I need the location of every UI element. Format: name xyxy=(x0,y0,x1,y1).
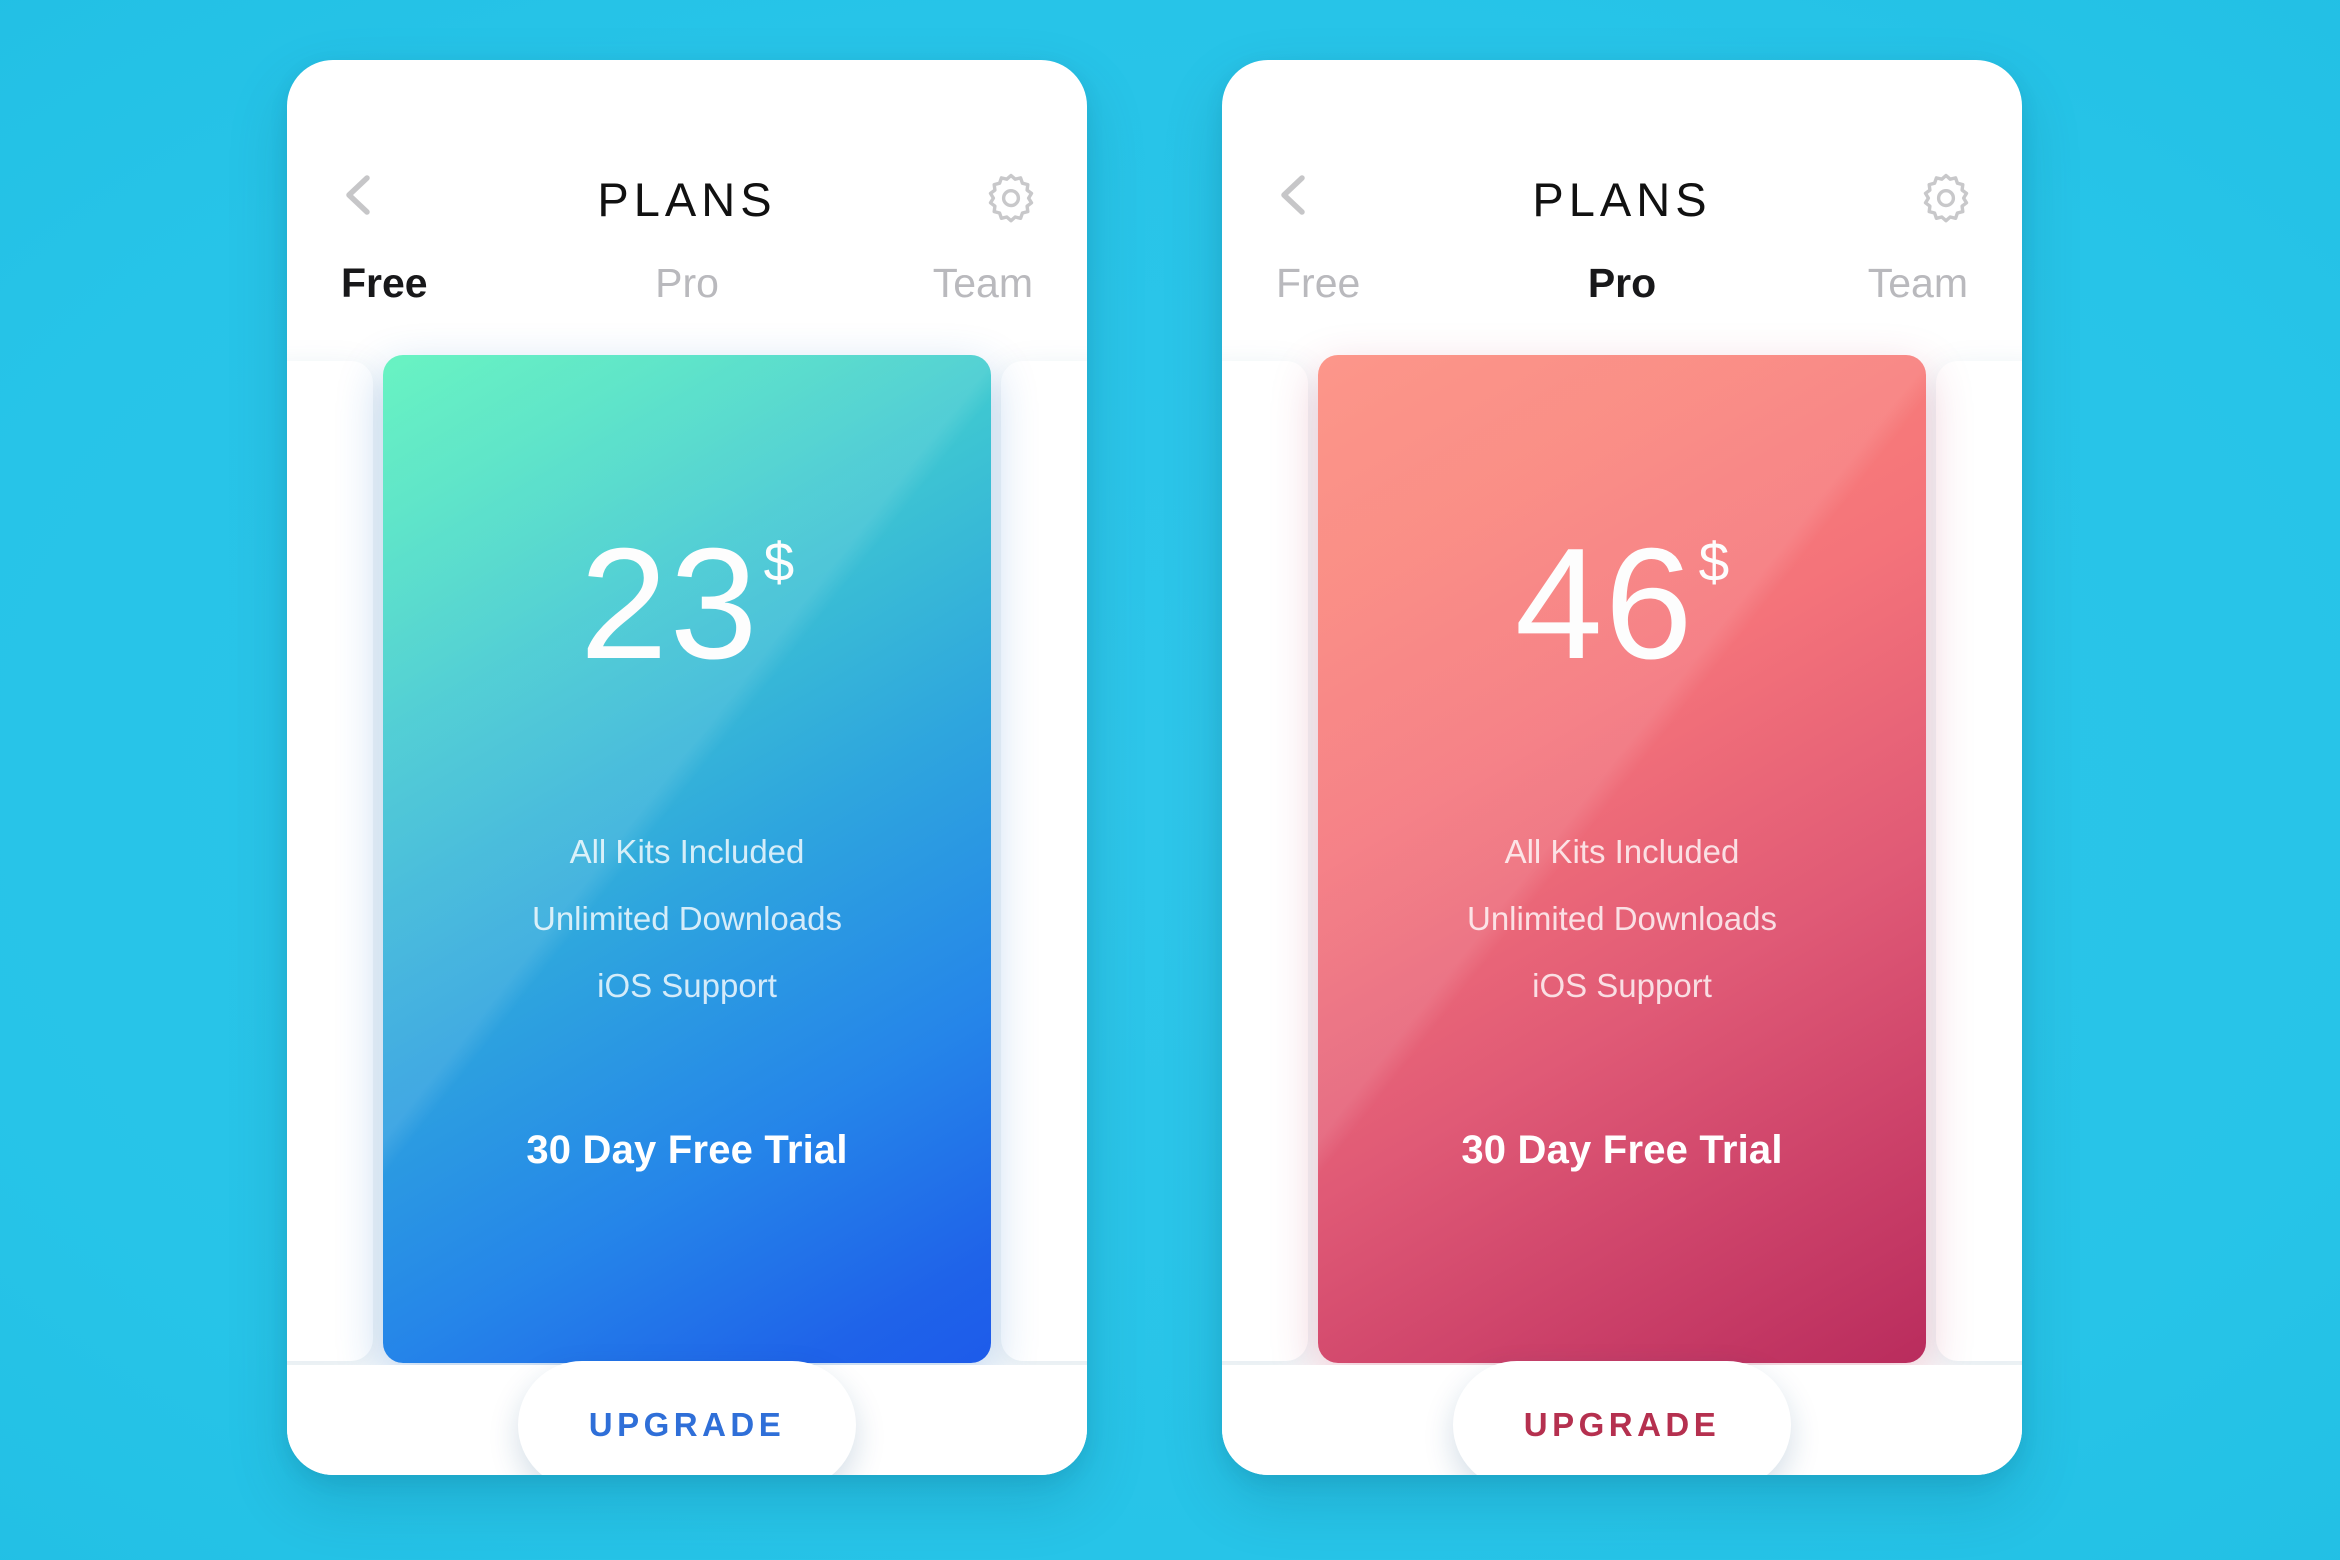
tab-team[interactable]: Team xyxy=(1737,260,1968,307)
price-value: 23 xyxy=(579,516,760,692)
tab-free[interactable]: Free xyxy=(1276,260,1507,307)
settings-button[interactable] xyxy=(983,168,1039,224)
price-currency: $ xyxy=(1698,531,1730,593)
price-value: 46 xyxy=(1514,516,1695,692)
page-title: PLANS xyxy=(1532,173,1712,226)
trial-label: 30 Day Free Trial xyxy=(526,1128,848,1172)
plan-tabs-free: Free Pro Team xyxy=(287,235,1087,331)
price-currency: $ xyxy=(763,531,795,593)
plan-card-area: 23 $ All Kits Included Unlimited Downloa… xyxy=(287,331,1087,1475)
plan-card-free: 23 $ All Kits Included Unlimited Downloa… xyxy=(383,355,991,1363)
tab-free[interactable]: Free xyxy=(341,260,572,307)
phone-screen-free: PLANS Free Pro Team 23 $ All Kits Includ… xyxy=(287,60,1087,1475)
gear-icon xyxy=(1918,168,1974,224)
app-header: PLANS xyxy=(1222,60,2022,235)
feature-item: iOS Support xyxy=(1532,967,1712,1004)
plan-tabs-pro: Free Pro Team xyxy=(1222,235,2022,331)
feature-item: iOS Support xyxy=(597,967,777,1004)
feature-list: All Kits Included Unlimited Downloads iO… xyxy=(383,835,991,1002)
app-header: PLANS xyxy=(287,60,1087,235)
upgrade-button[interactable]: UPGRADE xyxy=(1453,1361,1791,1475)
trial-label: 30 Day Free Trial xyxy=(1461,1128,1783,1172)
peek-card-right[interactable] xyxy=(1936,361,2022,1361)
feature-list: All Kits Included Unlimited Downloads iO… xyxy=(1318,835,1926,1002)
screenshot-canvas: PLANS Free Pro Team 23 $ All Kits Includ… xyxy=(0,0,2340,1560)
peek-card-left[interactable] xyxy=(1222,361,1308,1361)
feature-item: Unlimited Downloads xyxy=(532,900,842,937)
feature-item: Unlimited Downloads xyxy=(1467,900,1777,937)
peek-card-right[interactable] xyxy=(1001,361,1087,1361)
tab-team[interactable]: Team xyxy=(802,260,1033,307)
peek-card-left[interactable] xyxy=(287,361,373,1361)
price-block: 46 $ xyxy=(1515,525,1729,683)
phone-screen-pro: PLANS Free Pro Team 46 $ All Kits Includ… xyxy=(1222,60,2022,1475)
feature-item: All Kits Included xyxy=(569,833,805,870)
gear-icon xyxy=(983,168,1039,224)
plan-card-pro: 46 $ All Kits Included Unlimited Downloa… xyxy=(1318,355,1926,1363)
settings-button[interactable] xyxy=(1918,168,1974,224)
plan-card-area: 46 $ All Kits Included Unlimited Downloa… xyxy=(1222,331,2022,1475)
price-block: 23 $ xyxy=(580,525,794,683)
tab-pro[interactable]: Pro xyxy=(1507,260,1738,307)
page-title: PLANS xyxy=(597,173,777,226)
tab-pro[interactable]: Pro xyxy=(572,260,803,307)
upgrade-button[interactable]: UPGRADE xyxy=(518,1361,856,1475)
feature-item: All Kits Included xyxy=(1504,833,1740,870)
